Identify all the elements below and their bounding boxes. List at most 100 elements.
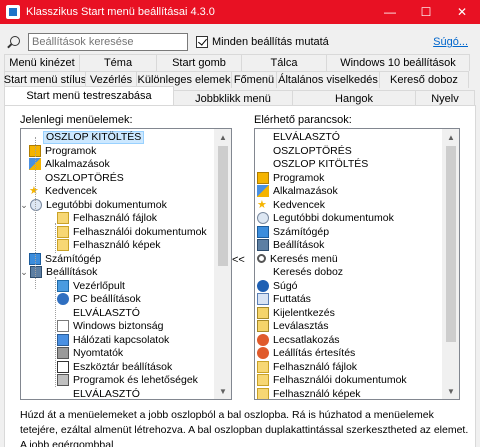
- disconnect-icon: [257, 320, 269, 332]
- blank-icon-slot: [257, 158, 269, 170]
- scroll-down-arrow-icon[interactable]: ▼: [443, 383, 459, 399]
- logoff-icon: [257, 306, 269, 319]
- scroll-thumb[interactable]: [218, 146, 228, 266]
- list-item-label: ELVÁLASZTÓ: [73, 387, 140, 400]
- list-item[interactable]: Vezérlőpult: [57, 279, 125, 292]
- list-item[interactable]: Programok: [257, 171, 325, 184]
- documents-icon: [57, 225, 69, 238]
- list-item[interactable]: ⌄ Legutóbbi dokumentumok: [21, 198, 167, 211]
- user-files-icon: [257, 360, 269, 373]
- list-item[interactable]: Súgó: [257, 279, 298, 292]
- list-item[interactable]: Hálózati kapcsolatok: [57, 333, 170, 346]
- list-item[interactable]: Lecsatlakozás: [257, 333, 340, 346]
- tab-general-behavior[interactable]: Általános viselkedés: [276, 71, 380, 88]
- search-icon: [10, 36, 20, 46]
- list-item-label: Vezérlőpult: [73, 279, 125, 292]
- search-icon: [257, 254, 266, 263]
- list-item[interactable]: Számítógép: [29, 252, 101, 265]
- list-item-label: Programok és lehetőségek: [73, 374, 198, 386]
- help-link[interactable]: Súgó...: [433, 36, 468, 48]
- list-item-label: Beállítások: [273, 239, 325, 251]
- tree-connector-line: [35, 137, 36, 289]
- tree-connector-line: [55, 277, 56, 387]
- list-item[interactable]: PC beállítások: [57, 293, 141, 305]
- list-item[interactable]: Windows biztonság: [57, 320, 163, 332]
- pictures-icon: [57, 239, 69, 251]
- maximize-button[interactable]: ☐: [408, 0, 444, 24]
- list-item[interactable]: ELVÁLASZTÓ: [257, 131, 340, 143]
- list-item[interactable]: Eszköztár beállítások: [57, 360, 172, 373]
- list-item[interactable]: Kijelentkezés: [257, 306, 335, 319]
- list-item[interactable]: OSZLOP KITÖLTÉS: [257, 158, 368, 170]
- list-item[interactable]: Nyomtatók: [57, 347, 123, 359]
- list-item-label: Lecsatlakozás: [273, 333, 340, 346]
- tab-theme[interactable]: Téma: [79, 54, 157, 71]
- blank-icon-slot: [257, 131, 269, 143]
- scroll-up-arrow-icon[interactable]: ▲: [443, 129, 459, 145]
- tab-windows10[interactable]: Windows 10 beállítások: [326, 54, 470, 71]
- current-items-tree[interactable]: ▲ ▼ OSZLOP KITÖLTÉS Programok Alkalmazások…: [20, 128, 232, 400]
- list-item[interactable]: Felhasználó fájlok: [57, 212, 157, 224]
- tab-main-menu[interactable]: Főmenü: [231, 71, 277, 88]
- help-text: Húzd át a menüelemeket a jobb oszlopból …: [20, 409, 469, 447]
- show-all-checkbox[interactable]: Minden beállítás mutatá: [196, 36, 329, 48]
- list-item-label: Programok: [273, 171, 325, 184]
- list-item[interactable]: Alkalmazások: [257, 185, 338, 197]
- list-item[interactable]: OSZLOP KITÖLTÉS: [29, 130, 145, 144]
- settings-icon: [30, 266, 42, 278]
- window-title: Klasszikus Start menü beállításai 4.3.0: [26, 6, 215, 18]
- list-item[interactable]: Leállítás értesítés: [257, 347, 355, 359]
- chevron-down-icon[interactable]: ⌄: [21, 267, 29, 277]
- blank-icon-slot: [57, 307, 69, 319]
- list-item[interactable]: ELVÁLASZTÓ: [57, 388, 140, 400]
- left-scrollbar[interactable]: ▲ ▼: [214, 129, 231, 399]
- tab-taskbar[interactable]: Tálca: [241, 54, 327, 71]
- list-item[interactable]: Felhasználó fájlok: [257, 360, 357, 373]
- list-item[interactable]: Felhasználói dokumentumok: [57, 225, 207, 238]
- list-item[interactable]: ★ Kedvencek: [257, 199, 325, 211]
- scroll-up-arrow-icon[interactable]: ▲: [215, 129, 231, 145]
- scroll-thumb[interactable]: [446, 146, 456, 342]
- tab-search-box[interactable]: Kereső doboz: [379, 71, 469, 88]
- list-item[interactable]: OSZLOPTÖRÉS: [257, 145, 352, 157]
- list-item-label: Keresés menü: [270, 252, 338, 265]
- tab-menu-look[interactable]: Menü kinézet: [4, 54, 80, 71]
- list-item[interactable]: Futtatás: [257, 293, 311, 305]
- tab-customize-start-menu[interactable]: Start menü testreszabása: [4, 86, 174, 105]
- list-item[interactable]: Keresés doboz: [257, 266, 343, 278]
- checkbox-checked[interactable]: [196, 36, 208, 48]
- list-item[interactable]: Számítógép: [257, 225, 329, 238]
- chevron-down-icon[interactable]: ⌄: [21, 200, 29, 210]
- minimize-button[interactable]: —: [372, 0, 408, 24]
- computer-icon: [257, 225, 269, 238]
- title-bar: Klasszikus Start menü beállításai 4.3.0 …: [0, 0, 480, 24]
- list-item[interactable]: Beállítások: [257, 239, 324, 251]
- list-item[interactable]: Legutóbbi dokumentumok: [257, 212, 394, 224]
- list-item-label: Kedvencek: [45, 185, 97, 197]
- list-item[interactable]: Felhasználó képek: [57, 239, 161, 251]
- tab-start-button[interactable]: Start gomb: [156, 54, 242, 71]
- list-item[interactable]: Programok és lehetőségek: [57, 374, 198, 386]
- right-scrollbar[interactable]: ▲ ▼: [442, 129, 459, 399]
- search-input[interactable]: [28, 33, 188, 51]
- list-item-label: Kijelentkezés: [273, 306, 335, 319]
- available-commands-list[interactable]: ▲ ▼ ELVÁLASZTÓ OSZLOPTÖRÉS OSZLOP KITÖLTÉS…: [254, 128, 460, 400]
- list-item[interactable]: ★ Kedvencek: [29, 185, 97, 197]
- list-item[interactable]: ⌄ Beállítások: [21, 266, 97, 278]
- move-left-button[interactable]: <<: [232, 254, 245, 266]
- close-button[interactable]: ✕: [444, 0, 480, 24]
- list-item[interactable]: ELVÁLASZTÓ: [57, 307, 140, 319]
- apps-icon: [257, 185, 269, 197]
- list-item-label: Programok: [45, 144, 97, 157]
- list-item[interactable]: OSZLOPTÖRÉS: [29, 172, 124, 184]
- list-item[interactable]: Alkalmazások: [29, 158, 110, 170]
- list-item[interactable]: Programok: [29, 144, 97, 157]
- list-item[interactable]: Leválasztás: [257, 320, 328, 332]
- scroll-down-arrow-icon[interactable]: ▼: [215, 383, 231, 399]
- list-item-label: Hálózati kapcsolatok: [73, 333, 170, 346]
- list-item[interactable]: Felhasználó képek: [257, 387, 361, 399]
- list-item[interactable]: Felhasználói dokumentumok: [257, 374, 407, 386]
- current-items-label: Jelenlegi menüelemek:: [20, 114, 133, 126]
- list-item[interactable]: Keresés menü: [257, 253, 338, 265]
- pictures-icon: [257, 387, 269, 399]
